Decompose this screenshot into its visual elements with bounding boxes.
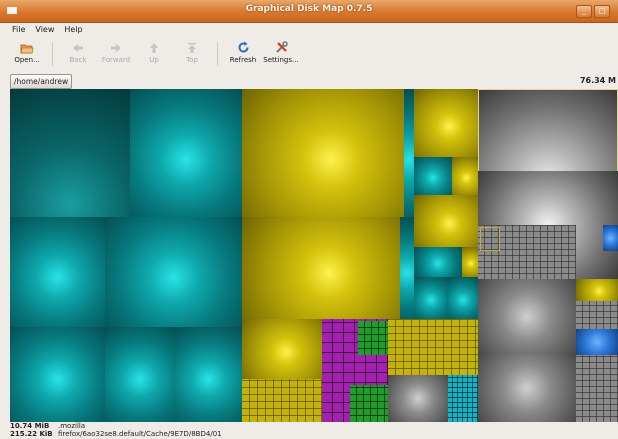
settings-label: Settings... — [263, 56, 299, 64]
treemap-dir-block[interactable] — [576, 355, 618, 422]
treemap-dir-block[interactable] — [414, 195, 478, 247]
treemap-dir-block[interactable] — [358, 321, 388, 355]
status-bar: 10.74 MiB .mozilla 215.22 KiB firefox/6ao3… — [0, 422, 618, 439]
menu-file[interactable]: File — [12, 23, 25, 37]
arrow-up-icon — [147, 41, 161, 54]
treemap-file-block[interactable] — [404, 89, 414, 217]
status-name-1: .mozilla — [58, 422, 86, 430]
refresh-button[interactable]: Refresh — [224, 38, 262, 70]
settings-button[interactable]: Settings... — [262, 38, 300, 70]
menu-help[interactable]: Help — [64, 23, 82, 37]
forward-label: Forward — [101, 56, 131, 64]
treemap-file-block[interactable] — [448, 277, 478, 319]
treemap-dir-block[interactable] — [350, 385, 388, 422]
treemap-dir-block[interactable] — [10, 217, 105, 327]
window-title: Graphical Disk Map 0.7.5 — [245, 4, 373, 14]
status-size-2: 215.22 KiB — [10, 430, 53, 438]
treemap-file-block[interactable] — [414, 157, 452, 195]
treemap-dir-block[interactable] — [388, 319, 478, 375]
treemap-dir-block[interactable] — [388, 375, 448, 422]
top-label: Top — [186, 56, 198, 64]
treemap-file-block[interactable] — [414, 247, 462, 277]
back-button[interactable]: Back — [59, 38, 97, 70]
back-label: Back — [69, 56, 87, 64]
treemap-dir-block[interactable] — [242, 319, 322, 379]
treemap-dir-block[interactable] — [478, 279, 576, 354]
status-size-1: 10.74 MiB — [10, 422, 50, 430]
refresh-label: Refresh — [229, 56, 257, 64]
tools-icon — [274, 41, 288, 54]
maximize-icon[interactable]: □ — [594, 5, 610, 18]
treemap-dir-block[interactable] — [130, 89, 242, 217]
treemap-file-block[interactable] — [400, 217, 414, 319]
treemap-dir-block[interactable] — [10, 89, 130, 217]
treemap-dir-block[interactable] — [242, 89, 404, 217]
treemap-file-block[interactable] — [603, 225, 618, 251]
up-button[interactable]: Up — [135, 38, 173, 70]
title-bar[interactable]: Graphical Disk Map 0.7.5 _ □ — [0, 0, 618, 23]
treemap-file-block[interactable] — [452, 157, 478, 195]
top-button[interactable]: Top — [173, 38, 211, 70]
minimize-icon[interactable]: _ — [576, 5, 592, 18]
refresh-icon — [236, 41, 250, 54]
treemap-file-block[interactable] — [414, 277, 448, 319]
arrow-top-icon — [185, 41, 199, 54]
arrow-right-icon — [109, 41, 123, 54]
treemap-file-block[interactable] — [576, 279, 618, 301]
treemap-dir-block[interactable] — [478, 354, 576, 422]
treemap-dir-block[interactable] — [448, 375, 478, 422]
treemap-dir-block[interactable] — [105, 327, 175, 422]
path-button-home[interactable]: /home/andrew — [10, 74, 73, 89]
treemap-selection[interactable] — [480, 227, 500, 251]
toolbar-separator — [217, 42, 218, 66]
treemap-dir-block[interactable] — [242, 217, 400, 319]
open-button[interactable]: Open... — [8, 38, 46, 70]
total-size: 76.34 M — [579, 76, 616, 85]
disk-treemap[interactable] — [10, 89, 618, 422]
treemap-dir-block[interactable] — [10, 327, 105, 422]
status-name-2: firefox/6ao32se8.default/Cache/9E7D/8BD4… — [58, 430, 222, 438]
treemap-dir-block[interactable] — [242, 379, 322, 422]
folder-open-icon — [20, 41, 34, 54]
treemap-dir-block[interactable] — [576, 301, 618, 329]
treemap-dir-block[interactable] — [414, 89, 478, 157]
arrow-left-icon — [71, 41, 85, 54]
toolbar-separator — [52, 42, 53, 66]
treemap-dir-block[interactable] — [175, 327, 242, 422]
treemap-file-block[interactable] — [576, 329, 618, 355]
forward-button[interactable]: Forward — [97, 38, 135, 70]
menu-view[interactable]: View — [35, 23, 54, 37]
toolbar: Open... Back Forward Up Top Refresh Sett… — [0, 38, 618, 70]
path-bar: /home/andrew 76.34 M — [0, 72, 618, 89]
open-label: Open... — [14, 56, 40, 64]
up-label: Up — [149, 56, 159, 64]
treemap-file-block[interactable] — [462, 247, 478, 277]
menu-bar: File View Help — [0, 23, 618, 37]
treemap-dir-block[interactable] — [105, 217, 242, 327]
